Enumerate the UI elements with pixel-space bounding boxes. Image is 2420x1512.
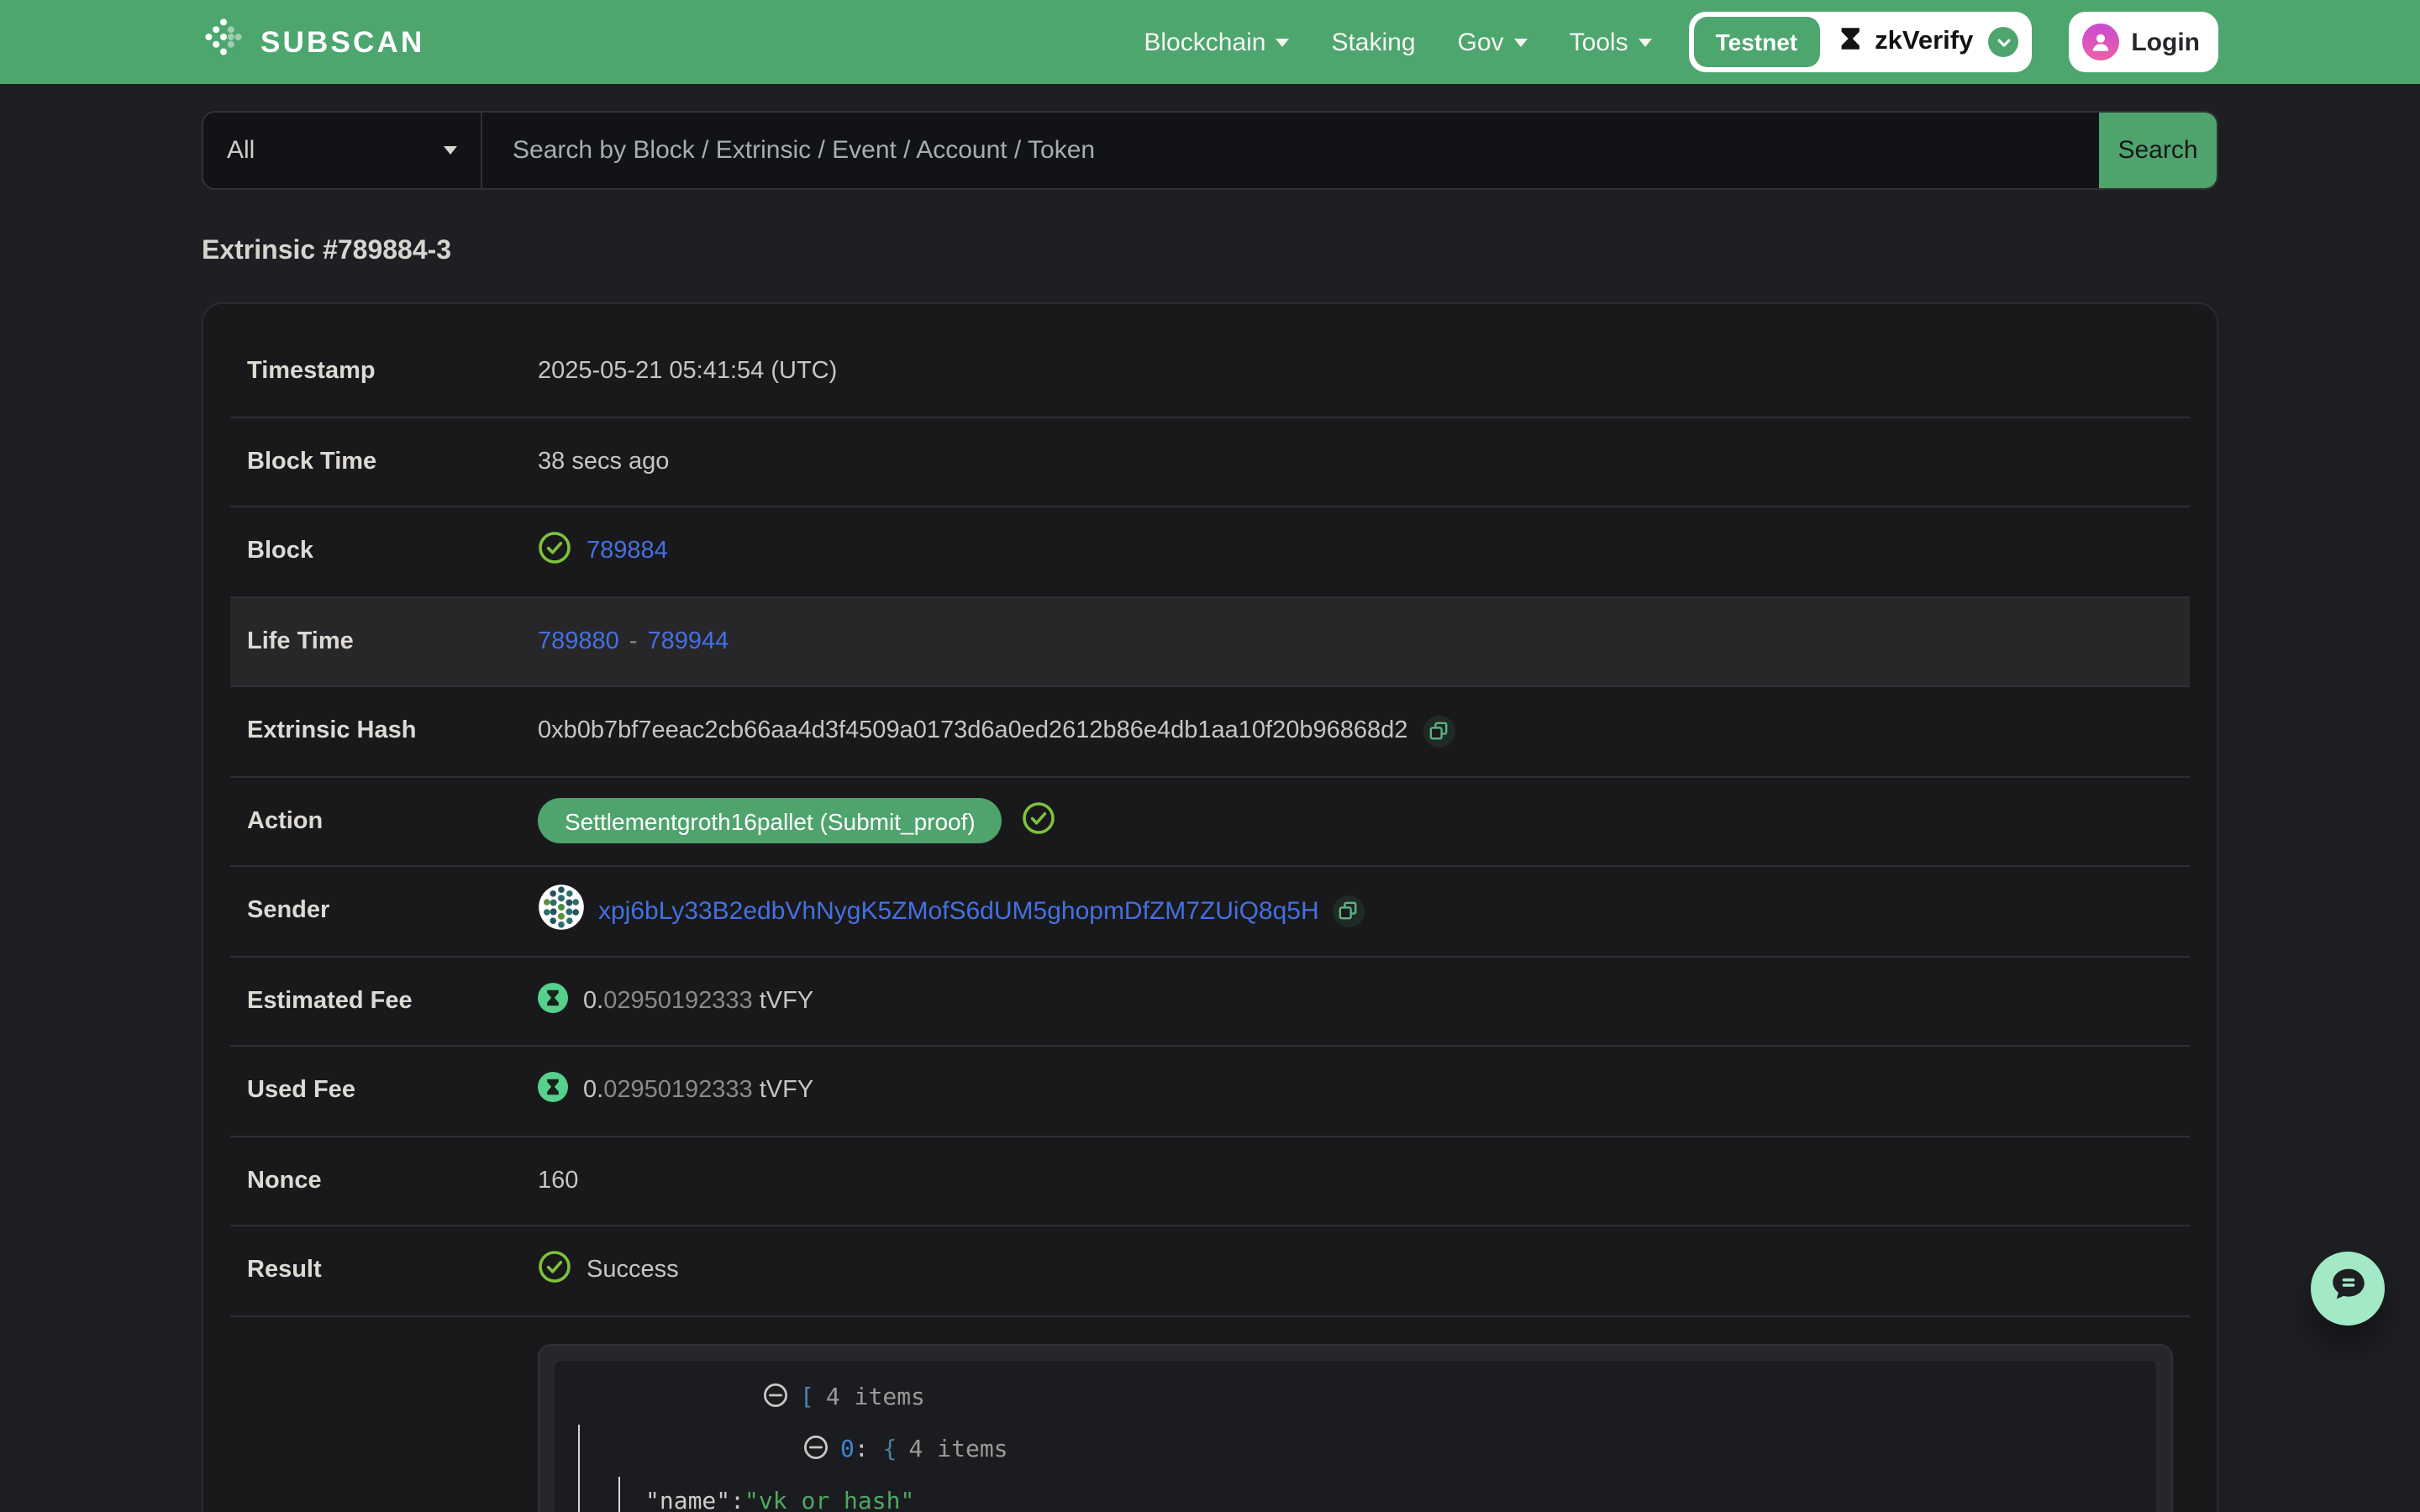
row-label: Used Fee bbox=[247, 1078, 538, 1105]
chevron-down-icon bbox=[1276, 38, 1289, 46]
row-extrinsic-hash: Extrinsic Hash 0xb0b7bf7eeac2cb66aa4d3f4… bbox=[230, 687, 2190, 777]
used-fee-value: 0.02950192333 tVFY bbox=[583, 1078, 813, 1105]
chevron-down-icon bbox=[1639, 38, 1652, 46]
row-life-time: Life Time 789880 - 789944 bbox=[230, 597, 2190, 687]
row-estimated-fee: Estimated Fee 0.02950192333 tVFY bbox=[230, 957, 2190, 1047]
tvfy-token-icon bbox=[538, 1073, 568, 1110]
chevron-down-icon bbox=[444, 146, 457, 155]
main-nav: Blockchain Staking Gov Tools bbox=[1144, 28, 1651, 56]
row-timestamp: Timestamp 2025-05-21 05:41:54 (UTC) bbox=[230, 328, 2190, 417]
json-item0-line: 0: { 4 items bbox=[605, 1424, 2146, 1476]
extrinsic-hash-value: 0xb0b7bf7eeac2cb66aa4d3f4509a0173d6a0ed2… bbox=[538, 718, 1407, 745]
search-filter-value: All bbox=[227, 136, 255, 165]
tvfy-token-icon bbox=[538, 983, 568, 1020]
top-navbar: SUBSCAN Blockchain Staking Gov Tools bbox=[0, 0, 2420, 84]
search-filter-select[interactable]: All bbox=[203, 113, 482, 188]
subscan-logo-text: SUBSCAN bbox=[260, 24, 424, 60]
copy-icon[interactable] bbox=[1423, 716, 1455, 748]
action-badge[interactable]: Settlementgroth16pallet (Submit_proof) bbox=[538, 799, 1002, 844]
sender-identicon bbox=[538, 885, 585, 938]
block-time-value: 38 secs ago bbox=[538, 449, 669, 475]
row-nonce: Nonce 160 bbox=[230, 1137, 2190, 1226]
row-result: Result Success bbox=[230, 1226, 2190, 1316]
page-title: Extrinsic #789884-3 bbox=[202, 237, 2218, 267]
row-block: Block 789884 bbox=[230, 507, 2190, 597]
life-time-from-link[interactable]: 789880 bbox=[538, 628, 619, 655]
row-sender: Sender bbox=[230, 867, 2190, 957]
row-label: Life Time bbox=[247, 628, 538, 655]
block-number-link[interactable]: 789884 bbox=[587, 538, 668, 565]
nav-blockchain[interactable]: Blockchain bbox=[1144, 28, 1289, 56]
copy-icon[interactable] bbox=[1333, 895, 1365, 927]
row-label: Action bbox=[247, 808, 538, 835]
login-button[interactable]: Login bbox=[2069, 12, 2218, 72]
sender-address-link[interactable]: xpj6bLy33B2edbVhNygK5ZMofS6dUM5ghopmDfZM… bbox=[598, 897, 1319, 926]
row-label: Block Time bbox=[247, 449, 538, 475]
row-label: Extrinsic Hash bbox=[247, 718, 538, 745]
row-label: Timestamp bbox=[247, 359, 538, 386]
tree-guide-line bbox=[618, 1476, 620, 1512]
collapse-icon[interactable] bbox=[605, 1407, 829, 1493]
life-time-separator: - bbox=[629, 628, 638, 655]
estimated-fee-value: 0.02950192333 tVFY bbox=[583, 988, 813, 1015]
search-bar: All Search bbox=[202, 111, 2218, 190]
nav-tools[interactable]: Tools bbox=[1570, 28, 1652, 56]
life-time-to-link[interactable]: 789944 bbox=[647, 628, 729, 655]
page: SUBSCAN Blockchain Staking Gov Tools bbox=[0, 0, 2420, 1512]
check-circle-icon bbox=[1023, 801, 1056, 842]
search-input[interactable] bbox=[482, 113, 2099, 188]
row-block-time: Block Time 38 secs ago bbox=[230, 417, 2190, 507]
row-parameters: [ 4 items 0: { 4 items bbox=[230, 1316, 2190, 1512]
chat-icon bbox=[2327, 1263, 2369, 1314]
json-field-line: "name":"vk_or_hash" bbox=[645, 1476, 2146, 1512]
json-viewer[interactable]: [ 4 items 0: { 4 items bbox=[555, 1360, 2156, 1512]
check-circle-icon bbox=[538, 1251, 571, 1291]
tree-guide-line bbox=[578, 1424, 580, 1512]
nav-staking[interactable]: Staking bbox=[1331, 28, 1415, 56]
network-selector[interactable]: Testnet zkVerify bbox=[1689, 12, 2033, 72]
row-label: Block bbox=[247, 538, 538, 565]
user-avatar-icon bbox=[2082, 24, 2119, 60]
row-label: Sender bbox=[247, 898, 538, 925]
subscan-logo-icon bbox=[202, 16, 245, 68]
nonce-value: 160 bbox=[538, 1168, 578, 1194]
row-label: Result bbox=[247, 1257, 538, 1284]
chat-button[interactable] bbox=[2311, 1252, 2385, 1326]
nav-gov[interactable]: Gov bbox=[1458, 28, 1528, 56]
row-label: Nonce bbox=[247, 1168, 538, 1194]
zkverify-logo-icon bbox=[1834, 23, 1865, 61]
result-value: Success bbox=[587, 1257, 679, 1284]
environment-badge: Testnet bbox=[1694, 17, 1820, 67]
search-button[interactable]: Search bbox=[2099, 113, 2217, 188]
chevron-down-icon bbox=[1514, 38, 1528, 46]
subscan-logo[interactable]: SUBSCAN bbox=[202, 16, 424, 68]
check-circle-icon bbox=[538, 532, 571, 572]
row-action: Action Settlementgroth16pallet (Submit_p… bbox=[230, 777, 2190, 867]
parameters-json-box: [ 4 items 0: { 4 items bbox=[538, 1343, 2173, 1512]
extrinsic-details-card: Timestamp 2025-05-21 05:41:54 (UTC) Bloc… bbox=[202, 302, 2218, 1512]
row-used-fee: Used Fee 0.02950192333 tVFY bbox=[230, 1047, 2190, 1137]
chain-name: zkVerify bbox=[1875, 27, 1973, 57]
timestamp-value: 2025-05-21 05:41:54 (UTC) bbox=[538, 359, 837, 386]
chevron-down-icon bbox=[1988, 27, 2018, 57]
row-label: Estimated Fee bbox=[247, 988, 538, 1015]
